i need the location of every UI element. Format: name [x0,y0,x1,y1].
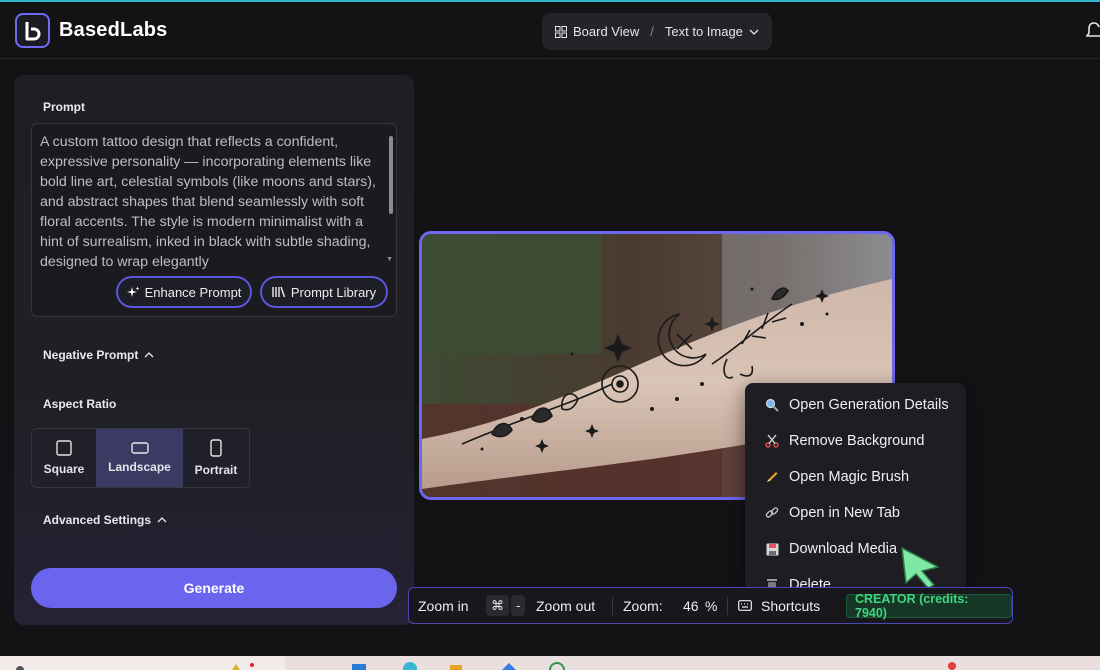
aspect-ratio-label: Aspect Ratio [43,397,117,411]
scissors-icon [762,433,782,449]
basedlabs-logo-icon [25,21,40,40]
command-key: ⌘ [486,595,509,616]
square-icon [56,440,72,456]
taskbar-icons [16,656,1100,670]
breadcrumb-separator: / [650,24,654,39]
app-logo[interactable] [15,13,50,48]
chevron-up-icon [144,352,154,358]
app-name: BasedLabs [59,19,168,41]
shortcuts-button[interactable]: Shortcuts [738,588,820,623]
advanced-settings-label: Advanced Settings [43,513,152,527]
toolbar-divider [612,597,613,615]
minus-key: - [511,595,526,616]
aspect-option-label: Landscape [108,460,171,474]
aspect-option-square[interactable]: Square [32,429,96,487]
aspect-option-label: Portrait [194,463,238,477]
prompt-scrollbar[interactable] [389,136,393,214]
menu-open-magic-brush[interactable]: Open Magic Brush [745,459,966,495]
bell-icon[interactable] [1086,21,1100,41]
menu-item-label: Open Generation Details [789,397,949,413]
prompt-textarea[interactable]: A custom tattoo design that reflects a c… [31,123,397,317]
aspect-option-landscape[interactable]: Landscape [96,429,183,487]
menu-open-in-new-tab[interactable]: Open in New Tab [745,495,966,531]
magnifier-icon [762,397,782,413]
cursor-arrow-icon [901,547,939,589]
menu-open-generation-details[interactable]: Open Generation Details [745,387,966,423]
library-books-icon [272,286,285,298]
menu-remove-background[interactable]: Remove Background [745,423,966,459]
chevron-down-icon[interactable] [749,29,759,35]
enhance-prompt-button[interactable]: Enhance Prompt [116,276,252,308]
prompt-library-label: Prompt Library [290,284,377,300]
enhance-prompt-label: Enhance Prompt [144,284,242,300]
prompt-label: Prompt [43,100,85,114]
aspect-ratio-selector: Square Landscape Portrait [31,428,250,488]
negative-prompt-toggle[interactable]: Negative Prompt [43,348,154,362]
pencil-icon [762,469,782,485]
menu-item-label: Remove Background [789,433,925,449]
negative-prompt-label: Negative Prompt [43,348,139,362]
generation-settings-panel: Prompt A custom tattoo design that refle… [14,75,414,625]
aspect-option-portrait[interactable]: Portrait [183,429,249,487]
floppy-disk-icon [762,541,782,557]
breadcrumb-mode-select[interactable]: Text to Image [665,24,743,39]
aspect-option-label: Square [43,462,85,476]
toolbar-divider [727,597,728,615]
scroll-down-arrow-icon[interactable]: ▼ [386,256,393,263]
os-taskbar [0,656,1100,670]
menu-item-label: Open Magic Brush [789,469,910,485]
prompt-library-button[interactable]: Prompt Library [260,276,388,308]
zoom-out-button[interactable]: Zoom out [536,588,595,623]
sparkle-icon [126,286,140,297]
zoom-out-shortcut-keys: ⌘ - [486,588,526,623]
advanced-settings-toggle[interactable]: Advanced Settings [43,513,167,527]
zoom-label: Zoom: [623,597,663,614]
keyboard-icon [738,600,752,611]
chevron-up-icon [157,517,167,523]
portrait-icon [210,439,222,457]
menu-item-label: Download Media [789,541,898,557]
app-header: BasedLabs Board View / Text to Image [0,2,1100,59]
landscape-icon [130,442,149,454]
generate-button[interactable]: Generate [31,568,397,608]
prompt-text[interactable]: A custom tattoo design that reflects a c… [40,132,380,270]
zoom-in-button[interactable]: Zoom in [418,588,469,623]
shortcuts-label: Shortcuts [761,597,821,614]
breadcrumb-board-view[interactable]: Board View [573,24,639,39]
menu-item-label: Open in New Tab [789,505,900,521]
zoom-unit: % [705,597,718,614]
link-icon [762,505,782,521]
zoom-value: 46 [683,597,699,614]
credits-badge[interactable]: CREATOR (credits: 7940) [846,592,1012,620]
breadcrumb: Board View / Text to Image [542,13,772,50]
canvas-toolbar: Zoom in ⌘ - Zoom out Zoom: 46 % Shortcut… [408,587,1013,624]
grid-icon [555,25,567,38]
